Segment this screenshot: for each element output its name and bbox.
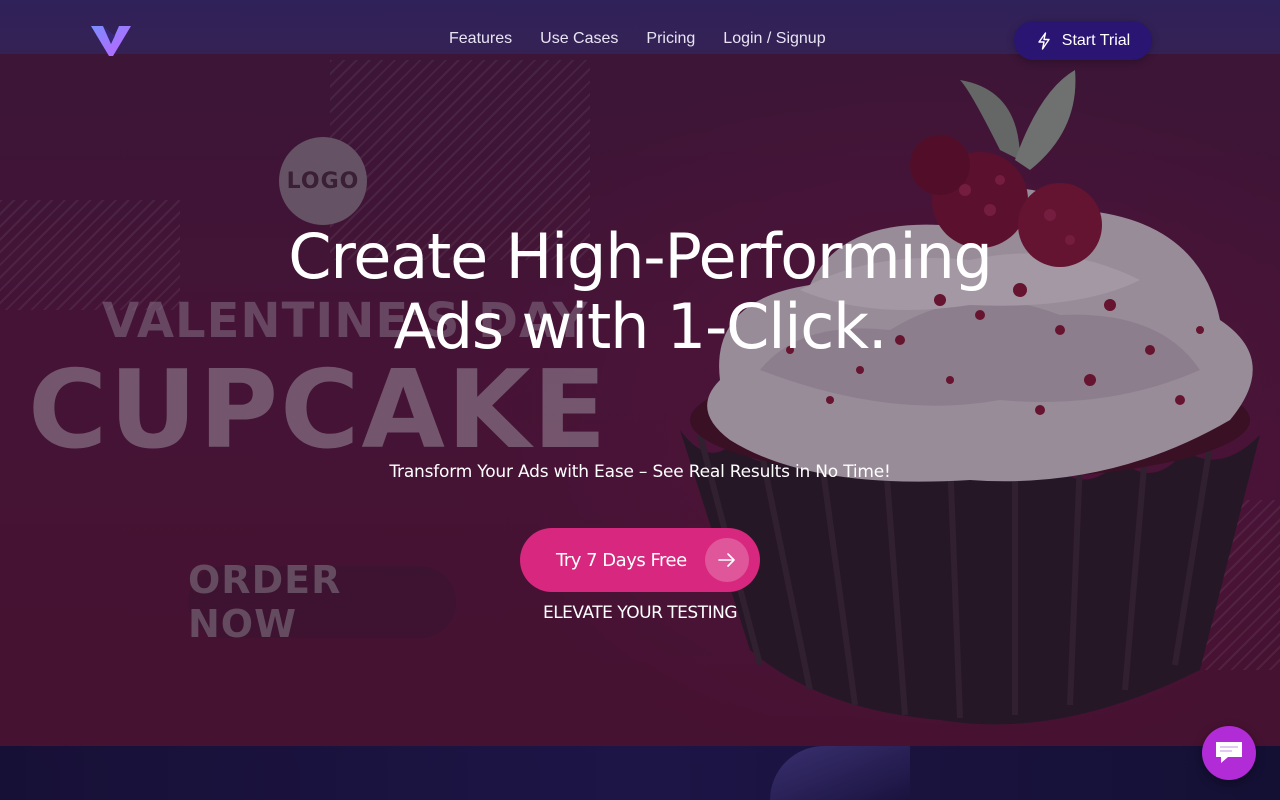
v-logo-icon[interactable] [89, 22, 133, 58]
hero-headline-line-2: Ads with 1-Click. [393, 290, 888, 363]
nav-link-login-signup[interactable]: Login / Signup [723, 30, 825, 48]
nav-link-features[interactable]: Features [449, 30, 512, 48]
nav-links: Features Use Cases Pricing Login / Signu… [449, 30, 826, 48]
hero-tagline: ELEVATE YOUR TESTING [542, 603, 738, 623]
start-trial-button[interactable]: Start Trial [1014, 21, 1152, 60]
hero-section: LOGO VALENTINE'S DAY CUPCAKE ORDER NOW [0, 0, 1280, 746]
try-free-label: Try 7 Days Free [556, 549, 687, 571]
next-section-preview [0, 746, 1280, 800]
chat-widget-button[interactable] [1202, 726, 1256, 780]
chat-bubble-icon [1216, 742, 1242, 763]
hero-headline-line-1: Create High-Performing [288, 220, 993, 293]
hero-overlay [0, 0, 1280, 746]
decorative-sweep [770, 746, 910, 800]
nav-link-pricing[interactable]: Pricing [646, 30, 695, 48]
top-navigation: Features Use Cases Pricing Login / Signu… [0, 0, 1280, 60]
start-trial-label: Start Trial [1061, 31, 1131, 49]
lightning-bolt-icon [1038, 31, 1050, 50]
nav-link-use-cases[interactable]: Use Cases [540, 30, 618, 48]
arrow-right-icon [705, 538, 749, 582]
hero-headline: Create High-Performing Ads with 1-Click. [0, 222, 1280, 362]
try-free-button[interactable]: Try 7 Days Free [520, 528, 760, 592]
hero-subheadline: Transform Your Ads with Ease – See Real … [389, 462, 891, 482]
